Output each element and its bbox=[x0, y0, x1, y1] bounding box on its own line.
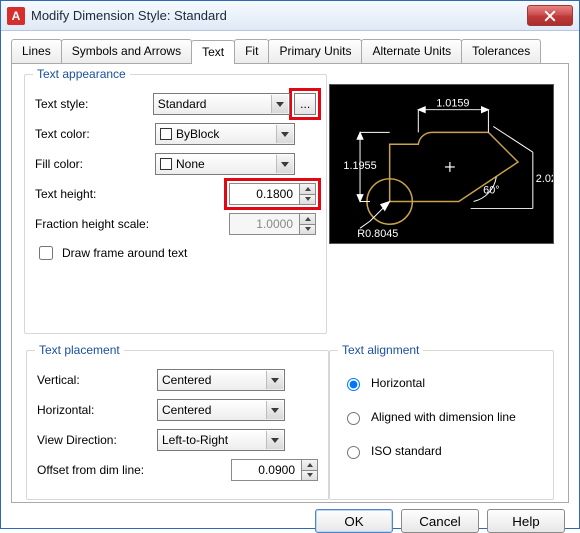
group-text-alignment: Text alignment Horizontal Aligned with d… bbox=[329, 350, 554, 500]
group-text-placement: Text placement Vertical: Centered Horizo… bbox=[26, 350, 329, 500]
legend-text-appearance: Text appearance bbox=[33, 67, 130, 81]
radio-aligned[interactable] bbox=[347, 412, 360, 425]
preview-dim-diag: 2.0207 bbox=[536, 173, 553, 185]
combo-text-color[interactable]: ByBlock bbox=[155, 123, 295, 145]
combo-fill-color-value: None bbox=[176, 157, 205, 171]
arrow-up-icon bbox=[299, 213, 316, 224]
chevron-down-icon bbox=[276, 125, 293, 143]
titlebar: A Modify Dimension Style: Standard bbox=[1, 1, 579, 31]
arrow-up-icon bbox=[301, 459, 318, 470]
arrow-up-icon bbox=[299, 183, 316, 194]
combo-text-style[interactable]: Standard bbox=[153, 93, 291, 115]
cancel-button[interactable]: Cancel bbox=[401, 509, 479, 533]
chevron-down-icon bbox=[266, 431, 283, 449]
label-text-color: Text color: bbox=[35, 127, 155, 141]
preview-dim-angle: 60° bbox=[483, 185, 499, 197]
legend-text-alignment: Text alignment bbox=[338, 343, 423, 357]
tab-text[interactable]: Text bbox=[191, 40, 235, 64]
spinner-offset[interactable] bbox=[231, 459, 318, 481]
label-align-iso: ISO standard bbox=[371, 444, 442, 458]
preview-dim-top: 1.0159 bbox=[436, 98, 469, 110]
tab-tolerances[interactable]: Tolerances bbox=[461, 39, 541, 63]
spinner-fraction-scale bbox=[229, 213, 316, 235]
arrow-down-icon bbox=[299, 224, 316, 236]
input-fraction-scale bbox=[229, 213, 299, 235]
ellipsis-icon: ... bbox=[300, 97, 310, 111]
combo-text-style-value: Standard bbox=[158, 97, 207, 111]
combo-text-color-value: ByBlock bbox=[176, 127, 219, 141]
dialog-window: A Modify Dimension Style: Standard Lines… bbox=[0, 0, 580, 529]
preview-dim-radius: R0.8045 bbox=[357, 228, 398, 240]
label-align-horizontal: Horizontal bbox=[371, 376, 425, 390]
label-text-style: Text style: bbox=[35, 97, 153, 111]
tab-symbols-arrows[interactable]: Symbols and Arrows bbox=[61, 39, 192, 63]
tab-fit[interactable]: Fit bbox=[234, 39, 269, 63]
radio-iso[interactable] bbox=[347, 446, 360, 459]
checkbox-draw-frame[interactable] bbox=[39, 246, 53, 260]
radio-horizontal[interactable] bbox=[347, 378, 360, 391]
tab-strip: Lines Symbols and Arrows Text Fit Primar… bbox=[11, 39, 569, 63]
input-text-height[interactable] bbox=[229, 183, 299, 205]
dimension-preview: 1.0159 1.1955 2.0207 60° bbox=[329, 84, 554, 244]
arrow-down-icon bbox=[299, 194, 316, 206]
tab-lines[interactable]: Lines bbox=[11, 39, 62, 63]
arrow-down-icon bbox=[301, 470, 318, 482]
tab-content: Text appearance Text style: Standard ...… bbox=[11, 63, 569, 503]
color-swatch-icon bbox=[160, 158, 172, 170]
legend-text-placement: Text placement bbox=[35, 343, 124, 357]
combo-horizontal-value: Centered bbox=[162, 403, 211, 417]
preview-dim-left: 1.1955 bbox=[343, 160, 376, 172]
tab-alternate-units[interactable]: Alternate Units bbox=[361, 39, 462, 63]
ok-button[interactable]: OK bbox=[315, 509, 393, 533]
combo-view-direction[interactable]: Left-to-Right bbox=[157, 429, 285, 451]
tab-primary-units[interactable]: Primary Units bbox=[268, 39, 362, 63]
label-text-height: Text height: bbox=[35, 187, 155, 201]
label-vertical: Vertical: bbox=[37, 373, 157, 387]
combo-fill-color[interactable]: None bbox=[155, 153, 295, 175]
spin-buttons[interactable] bbox=[299, 183, 316, 205]
text-style-more-button[interactable]: ... bbox=[294, 93, 316, 115]
close-icon bbox=[544, 10, 556, 22]
label-draw-frame: Draw frame around text bbox=[62, 246, 187, 260]
spin-buttons bbox=[299, 213, 316, 235]
window-title: Modify Dimension Style: Standard bbox=[31, 8, 527, 23]
spin-buttons[interactable] bbox=[301, 459, 318, 481]
app-icon: A bbox=[7, 7, 25, 25]
chevron-down-icon bbox=[266, 401, 283, 419]
label-horizontal: Horizontal: bbox=[37, 403, 157, 417]
input-offset[interactable] bbox=[231, 459, 301, 481]
label-fill-color: Fill color: bbox=[35, 157, 155, 171]
spinner-text-height[interactable] bbox=[229, 183, 316, 205]
combo-vertical-value: Centered bbox=[162, 373, 211, 387]
label-fraction-scale: Fraction height scale: bbox=[35, 217, 175, 231]
color-swatch-icon bbox=[160, 128, 172, 140]
combo-vertical[interactable]: Centered bbox=[157, 369, 285, 391]
label-view-direction: View Direction: bbox=[37, 433, 157, 447]
group-text-appearance: Text appearance Text style: Standard ...… bbox=[24, 74, 327, 334]
combo-view-direction-value: Left-to-Right bbox=[162, 433, 228, 447]
help-button[interactable]: Help bbox=[487, 509, 565, 533]
label-align-aligned: Aligned with dimension line bbox=[371, 410, 516, 424]
label-offset: Offset from dim line: bbox=[37, 463, 167, 477]
chevron-down-icon bbox=[271, 95, 288, 113]
close-button[interactable] bbox=[527, 5, 573, 26]
combo-horizontal[interactable]: Centered bbox=[157, 399, 285, 421]
dialog-buttons: OK Cancel Help bbox=[1, 509, 565, 533]
chevron-down-icon bbox=[276, 155, 293, 173]
chevron-down-icon bbox=[266, 371, 283, 389]
